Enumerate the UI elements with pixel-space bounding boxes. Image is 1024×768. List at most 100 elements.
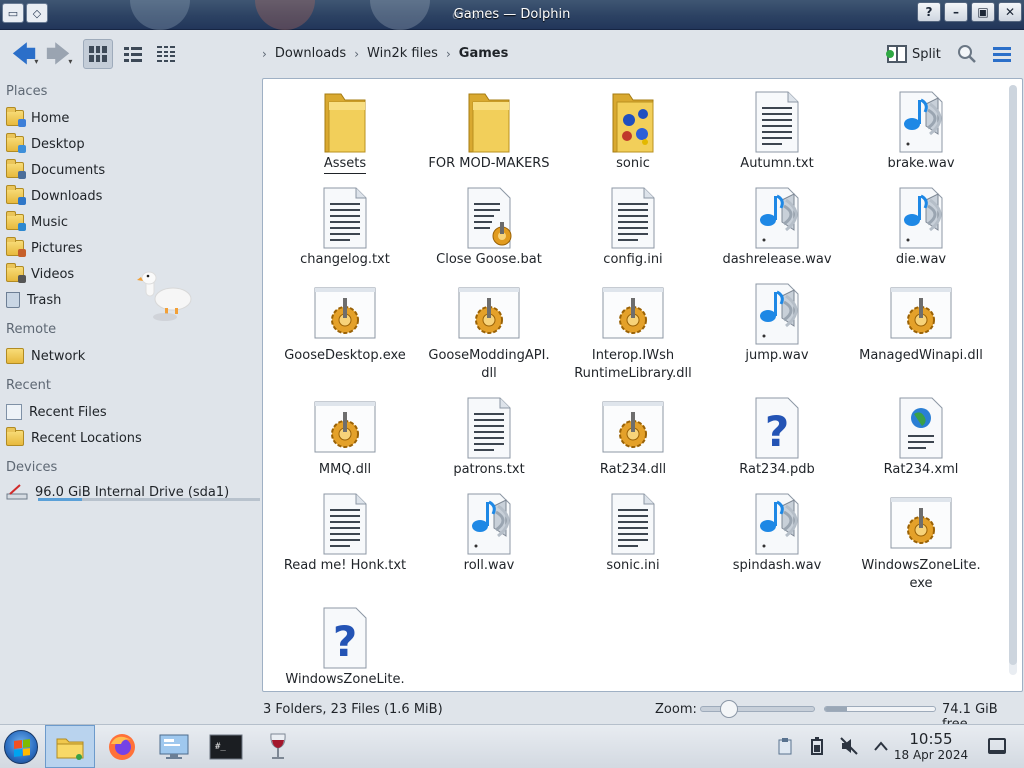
file-item[interactable]: WindowsZoneLite. exe [849, 489, 993, 603]
sidebar-item-recent-locations[interactable]: Recent Locations [6, 426, 254, 450]
battery-icon[interactable] [808, 737, 826, 755]
scrollbar-thumb[interactable] [1009, 85, 1017, 665]
file-item[interactable]: jump.wav [705, 279, 849, 375]
file-item[interactable]: Autumn.txt [705, 87, 849, 183]
zoom-slider-handle[interactable] [720, 700, 739, 718]
file-item[interactable]: Read me! Honk.txt [273, 489, 417, 585]
mute-icon[interactable] [840, 737, 858, 755]
sidebar-item-downloads[interactable]: Downloads [6, 184, 254, 208]
taskbar-app-firefox[interactable] [97, 725, 147, 768]
back-button[interactable]: 🡄 ▾ [8, 39, 42, 69]
help-button[interactable]: ? [917, 2, 941, 22]
breadcrumb-games[interactable]: Games [459, 46, 509, 61]
file-item[interactable]: ? WindowsZoneLite. [273, 603, 417, 691]
text-file-icon [457, 395, 521, 461]
sidebar-item-music[interactable]: Music [6, 210, 254, 234]
view-compact-button[interactable] [118, 39, 148, 69]
executable-icon [601, 395, 665, 461]
file-item[interactable]: Close Goose.bat [417, 183, 561, 279]
forward-button[interactable]: 🡆 ▾ [44, 39, 74, 69]
file-name: Rat234.pdb [739, 461, 815, 479]
file-item[interactable]: brake.wav [849, 87, 993, 183]
file-item[interactable]: GooseModdingAPI. dll [417, 279, 561, 393]
sidebar-item-pictures[interactable]: Pictures [6, 236, 254, 260]
view-icons-button[interactable] [83, 39, 113, 69]
file-name-line: Interop.IWsh [591, 348, 675, 363]
file-item[interactable]: patrons.txt [417, 393, 561, 489]
audio-file-icon [745, 281, 809, 347]
breadcrumb-downloads[interactable]: Downloads [275, 46, 346, 61]
sidebar-item-label: Home [31, 110, 70, 126]
sidebar-item-label: Recent Locations [31, 430, 142, 446]
clipboard-icon[interactable] [776, 737, 794, 755]
sidebar-item-recent-files[interactable]: Recent Files [6, 400, 254, 424]
view-details-button[interactable] [151, 39, 181, 69]
file-item[interactable]: MMQ.dll [273, 393, 417, 489]
zoom-slider[interactable] [700, 700, 815, 718]
wine-glass-icon [270, 733, 286, 759]
folder-item[interactable]: sonic [561, 87, 705, 183]
file-view[interactable]: Assets FOR MOD-MAKERS sonic Autumn.txt brake… [262, 78, 1023, 692]
file-name: Autumn.txt [740, 155, 813, 173]
sidebar-item-internal-drive[interactable]: 96.0 GiB Internal Drive (sda1) [6, 480, 260, 504]
chevron-right-icon: › [445, 46, 451, 61]
file-item[interactable]: sonic.ini [561, 489, 705, 585]
monitor-icon [159, 734, 189, 759]
file-name: patrons.txt [453, 461, 524, 479]
file-item[interactable]: roll.wav [417, 489, 561, 585]
file-name-line: spindash.wav [732, 558, 822, 573]
file-item[interactable]: spindash.wav [705, 489, 849, 585]
file-item[interactable]: config.ini [561, 183, 705, 279]
show-desktop-button[interactable] [988, 738, 1006, 754]
split-button[interactable]: Split [886, 42, 941, 66]
sidebar-item-home[interactable]: Home [6, 106, 254, 130]
split-label: Split [912, 46, 941, 62]
file-name: Read me! Honk.txt [284, 557, 406, 575]
places-sidebar: Places Home Desktop Documents Downloads … [0, 78, 260, 698]
file-grid: Assets FOR MOD-MAKERS sonic Autumn.txt brake… [273, 87, 995, 691]
vertical-scrollbar[interactable] [1009, 85, 1017, 675]
title-bar[interactable]: ▭ ◇ efox Games — Dolphin ? – ▣ ✕ [0, 0, 1024, 30]
clock[interactable]: 10:55 18 Apr 2024 [893, 731, 969, 763]
file-item[interactable]: Rat234.dll [561, 393, 705, 489]
maximize-button[interactable]: ▣ [971, 2, 995, 22]
sidebar-item-desktop[interactable]: Desktop [6, 132, 254, 156]
chevron-right-icon: › [354, 46, 360, 61]
close-button[interactable]: ✕ [998, 2, 1022, 22]
executable-icon [313, 395, 377, 461]
file-name-line: Rat234.pdb [739, 462, 815, 477]
folder-item[interactable]: Assets [273, 87, 417, 183]
file-item[interactable]: changelog.txt [273, 183, 417, 279]
taskbar: #_ 10:55 18 Apr 2024 [0, 724, 1024, 768]
file-item[interactable]: ? Rat234.pdb [705, 393, 849, 489]
sidebar-item-network[interactable]: Network [6, 344, 254, 368]
file-name: config.ini [603, 251, 662, 269]
folder-item[interactable]: FOR MOD-MAKERS [417, 87, 561, 183]
file-item[interactable]: Interop.IWsh RuntimeLibrary.dll [561, 279, 705, 393]
start-menu-button[interactable] [4, 730, 38, 764]
file-name: MMQ.dll [319, 461, 371, 479]
minimize-button[interactable]: – [944, 2, 968, 22]
file-name: die.wav [896, 251, 946, 269]
sidebar-item-videos[interactable]: Videos [6, 262, 254, 286]
file-item[interactable]: GooseDesktop.exe [273, 279, 417, 375]
file-item[interactable]: dashrelease.wav [705, 183, 849, 279]
taskbar-app-terminal[interactable]: #_ [201, 725, 251, 768]
search-button[interactable] [955, 40, 979, 68]
sidebar-item-label: Music [31, 214, 68, 230]
taskbar-app-wine[interactable] [253, 725, 303, 768]
file-item[interactable]: Rat234.xml [849, 393, 993, 489]
sidebar-item-trash[interactable]: Trash [6, 288, 254, 312]
zoom-label: Zoom: [655, 702, 697, 717]
sidebar-item-documents[interactable]: Documents [6, 158, 254, 182]
breadcrumb: › Downloads › Win2k files › Games [262, 46, 508, 61]
breadcrumb-win2k-files[interactable]: Win2k files [367, 46, 438, 61]
file-item[interactable]: ManagedWinapi.dll [849, 279, 993, 375]
file-item[interactable]: die.wav [849, 183, 993, 279]
taskbar-app-settings[interactable] [149, 725, 199, 768]
hamburger-menu-button[interactable] [990, 40, 1014, 68]
chevron-up-icon[interactable] [872, 737, 890, 755]
file-name-line: jump.wav [745, 348, 809, 363]
pictures-folder-icon [6, 237, 26, 257]
taskbar-app-file-manager[interactable] [45, 725, 95, 768]
